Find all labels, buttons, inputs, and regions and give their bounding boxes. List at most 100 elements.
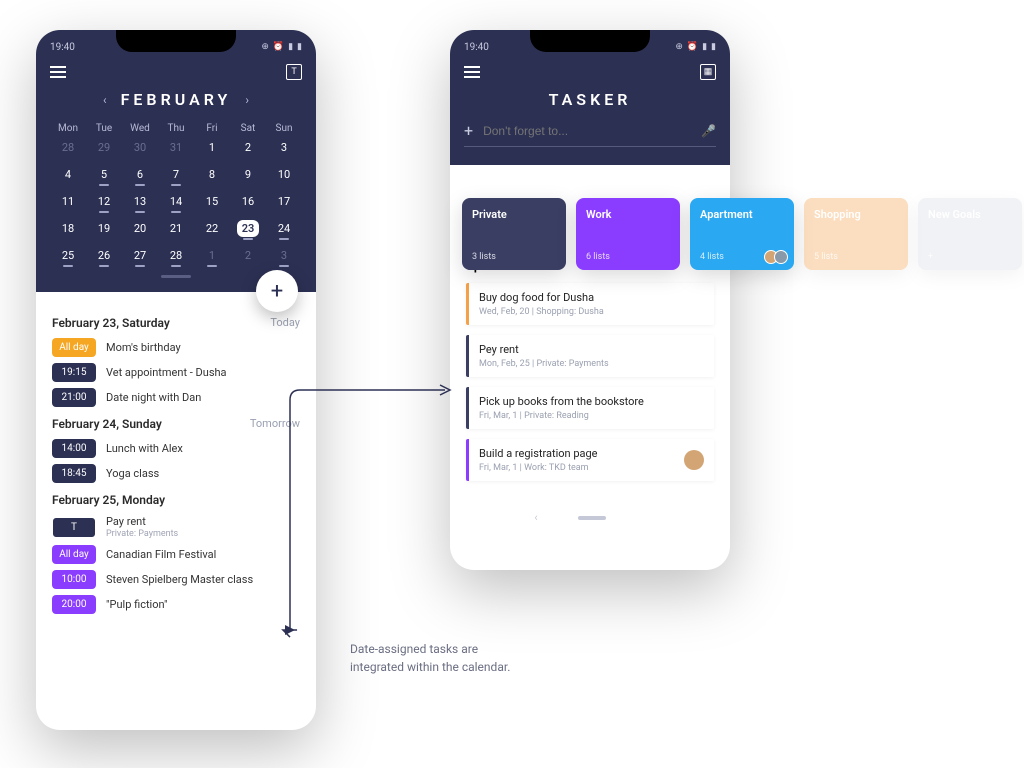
calendar-day[interactable]: 25 bbox=[50, 242, 86, 269]
calendar-day[interactable]: 3 bbox=[266, 134, 302, 161]
calendar-day[interactable]: 21 bbox=[158, 215, 194, 242]
event-text: Vet appointment - Dusha bbox=[106, 366, 227, 379]
next-month-button[interactable]: › bbox=[245, 93, 249, 107]
calendar-grid: 2829303112345678910111213141516171819202… bbox=[50, 134, 302, 269]
calendar-day[interactable]: 26 bbox=[86, 242, 122, 269]
calendar-day[interactable]: 17 bbox=[266, 188, 302, 215]
event-text: Lunch with Alex bbox=[106, 442, 183, 455]
task-item[interactable]: Build a registration pageFri, Mar, 1 | W… bbox=[466, 439, 714, 481]
task-item[interactable]: Pey rentMon, Feb, 25 | Private: Payments bbox=[466, 335, 714, 377]
list-cards-strip[interactable]: Private3 listsWork6 listsApartment4 list… bbox=[462, 198, 1022, 270]
list-card[interactable]: New Goals+ bbox=[918, 198, 1022, 270]
weekday-label: Tue bbox=[86, 123, 122, 134]
list-card[interactable]: Private3 lists bbox=[462, 198, 566, 270]
add-task-icon[interactable]: + bbox=[464, 121, 473, 140]
calendar-day[interactable]: 12 bbox=[86, 188, 122, 215]
list-card[interactable]: Apartment4 lists bbox=[690, 198, 794, 270]
event-row[interactable]: All dayCanadian Film Festival bbox=[52, 545, 300, 564]
calendar-day[interactable]: 28 bbox=[158, 242, 194, 269]
calendar-day[interactable]: 19 bbox=[86, 215, 122, 242]
calendar-day[interactable]: 8 bbox=[194, 161, 230, 188]
task-meta: Wed, Feb, 20 | Shopping: Dusha bbox=[479, 307, 704, 317]
calendar-day[interactable]: 31 bbox=[158, 134, 194, 161]
calendar-day[interactable]: 7 bbox=[158, 161, 194, 188]
task-title: Pey rent bbox=[479, 343, 704, 356]
event-row[interactable]: 20:00"Pulp fiction" bbox=[52, 595, 300, 614]
list-card[interactable]: Shopping5 lists bbox=[804, 198, 908, 270]
event-row[interactable]: 18:45Yoga class bbox=[52, 464, 300, 483]
weekday-label: Sun bbox=[266, 123, 302, 134]
event-list: February 23, SaturdayTodayAll dayMom's b… bbox=[36, 292, 316, 634]
event-row[interactable]: 19:15 Vet appointment - Dusha bbox=[52, 363, 300, 382]
calendar-day[interactable]: 5 bbox=[86, 161, 122, 188]
calendar-day[interactable]: 3 bbox=[266, 242, 302, 269]
calendar-day[interactable]: 6 bbox=[122, 161, 158, 188]
weekday-row: MonTueWedThuFriSatSun bbox=[50, 123, 302, 134]
calendar-view-icon[interactable]: ▦ bbox=[700, 64, 716, 80]
day-header: February 25, Monday bbox=[52, 493, 165, 507]
card-title: Private bbox=[472, 208, 556, 221]
calendar-day[interactable]: 1 bbox=[194, 242, 230, 269]
calendar-day[interactable]: 9 bbox=[230, 161, 266, 188]
event-row[interactable]: 14:00 Lunch with Alex bbox=[52, 439, 300, 458]
event-badge: 10:00 bbox=[52, 570, 96, 589]
task-input[interactable] bbox=[483, 124, 691, 138]
calendar-day[interactable]: 30 bbox=[122, 134, 158, 161]
mic-icon[interactable]: 🎤 bbox=[701, 124, 716, 138]
menu-icon[interactable] bbox=[50, 66, 66, 78]
calendar-day[interactable]: 22 bbox=[194, 215, 230, 242]
calendar-day[interactable]: 16 bbox=[230, 188, 266, 215]
menu-icon[interactable] bbox=[464, 66, 480, 78]
task-item[interactable]: Buy dog food for DushaWed, Feb, 20 | Sho… bbox=[466, 283, 714, 325]
calendar-day[interactable]: 14 bbox=[158, 188, 194, 215]
event-row[interactable]: All dayMom's birthday bbox=[52, 338, 300, 357]
calendar-day[interactable]: 10 bbox=[266, 161, 302, 188]
prev-month-button[interactable]: ‹ bbox=[103, 93, 107, 107]
calendar-day[interactable]: 1 bbox=[194, 134, 230, 161]
task-input-row: + 🎤 bbox=[464, 121, 716, 147]
event-badge: 14:00 bbox=[52, 439, 96, 458]
calendar-day[interactable]: 27 bbox=[122, 242, 158, 269]
event-badge: 19:15 bbox=[52, 363, 96, 382]
battery-icon: ▮ bbox=[297, 42, 302, 52]
event-text: Canadian Film Festival bbox=[106, 548, 216, 561]
caption-line1: Date-assigned tasks are bbox=[350, 640, 510, 658]
weekday-label: Fri bbox=[194, 123, 230, 134]
calendar-day[interactable]: 15 bbox=[194, 188, 230, 215]
day-block: February 24, SundayTomorrow14:00Lunch wi… bbox=[52, 417, 300, 483]
calendar-day[interactable]: 18 bbox=[50, 215, 86, 242]
day-block: February 25, Monday TPay rentPrivate: Pay… bbox=[52, 493, 300, 614]
task-avatar bbox=[684, 450, 704, 470]
view-toggle-icon[interactable]: T bbox=[286, 64, 302, 80]
day-block: February 23, SaturdayTodayAll dayMom's b… bbox=[52, 316, 300, 407]
battery-icon: ▮ bbox=[711, 42, 716, 52]
calendar-day[interactable]: 4 bbox=[50, 161, 86, 188]
status-icons: ⊕ ⏰ ▮ ▮ bbox=[675, 42, 716, 52]
calendar-day[interactable]: 11 bbox=[50, 188, 86, 215]
task-item[interactable]: Pick up books from the bookstoreFri, Mar… bbox=[466, 387, 714, 429]
event-text: "Pulp fiction" bbox=[106, 598, 168, 611]
nav-back-icon[interactable]: ‹ bbox=[534, 511, 537, 524]
calendar-day[interactable]: 28 bbox=[50, 134, 86, 161]
calendar-day[interactable]: 13 bbox=[122, 188, 158, 215]
calendar-day[interactable]: 29 bbox=[86, 134, 122, 161]
calendar-day[interactable]: 2 bbox=[230, 134, 266, 161]
day-tag: Today bbox=[270, 316, 300, 330]
add-event-button[interactable]: + bbox=[256, 270, 298, 312]
calendar-day[interactable]: 23 bbox=[230, 215, 266, 242]
event-row[interactable]: TPay rentPrivate: Payments bbox=[52, 515, 300, 539]
status-time: 19:40 bbox=[464, 42, 489, 53]
list-card[interactable]: Work6 lists bbox=[576, 198, 680, 270]
calendar-day[interactable]: 2 bbox=[230, 242, 266, 269]
card-title: Apartment bbox=[700, 208, 784, 221]
nav-home-icon[interactable] bbox=[578, 516, 606, 520]
event-row[interactable]: 21:00Date night with Dan bbox=[52, 388, 300, 407]
task-meta: Fri, Mar, 1 | Work: TKD team bbox=[479, 463, 684, 473]
event-badge: T bbox=[52, 517, 96, 538]
event-row[interactable]: 10:00Steven Spielberg Master class bbox=[52, 570, 300, 589]
caption-text: Date-assigned tasks are integrated withi… bbox=[350, 640, 510, 676]
calendar-day[interactable]: 24 bbox=[266, 215, 302, 242]
calendar-day[interactable]: 20 bbox=[122, 215, 158, 242]
drag-handle[interactable] bbox=[161, 275, 191, 278]
signal-icon: ▮ bbox=[288, 42, 293, 52]
